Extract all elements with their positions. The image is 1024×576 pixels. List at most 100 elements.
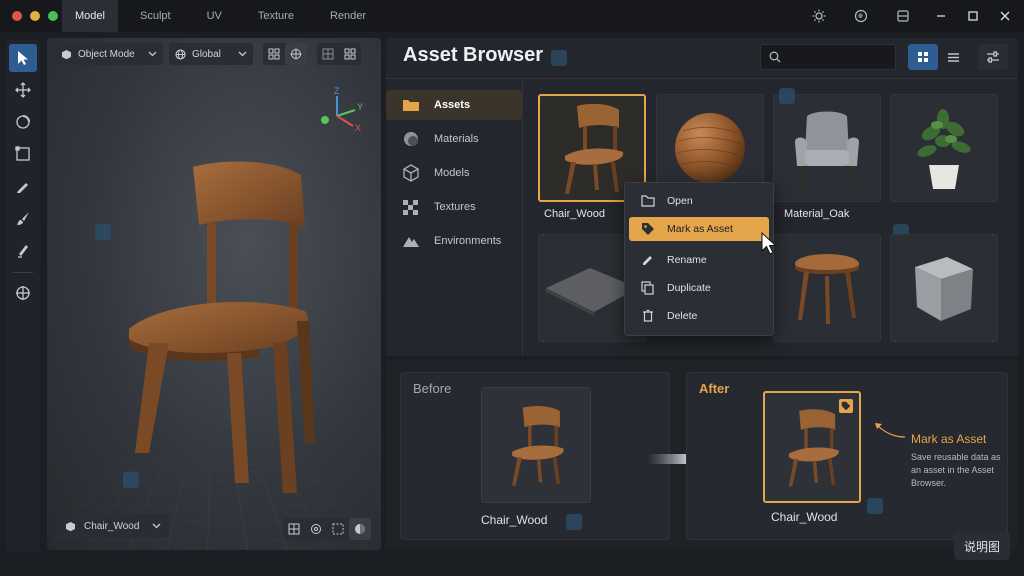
menu-item-duplicate[interactable]: Duplicate (629, 276, 769, 300)
asset-tile-stool[interactable] (773, 234, 881, 342)
sidebar-divider (522, 79, 523, 356)
minimize-window-dot[interactable] (30, 11, 40, 21)
orientation-dropdown[interactable]: Global (169, 43, 253, 65)
mouse-cursor-icon (761, 232, 777, 255)
globe-icon[interactable] (852, 7, 870, 25)
watermark-icon (779, 88, 795, 104)
solid-shading-icon[interactable] (349, 518, 371, 540)
watermark-icon (566, 514, 582, 530)
quad-view-icon[interactable] (339, 43, 361, 65)
chevron-down-icon (152, 521, 161, 532)
legend-button[interactable]: 说明图 (954, 532, 1010, 560)
tab-render[interactable]: Render (312, 0, 384, 32)
tool-shelf (6, 40, 40, 552)
context-menu: Open Mark as Asset Rename Duplicate Dele… (624, 182, 774, 336)
draw-tool-icon[interactable] (9, 172, 37, 200)
tool-divider (13, 272, 33, 273)
search-input[interactable] (760, 44, 896, 70)
snap-grid-icon[interactable] (263, 43, 285, 65)
orientation-label: Global (192, 48, 221, 60)
grid-view-icon[interactable] (908, 44, 938, 70)
category-textures[interactable]: Textures (386, 192, 522, 222)
chair-model[interactable] (109, 153, 329, 503)
panel-icon[interactable] (894, 7, 912, 25)
chevron-down-icon (238, 49, 247, 60)
tag-icon (642, 223, 654, 235)
search-icon (769, 51, 781, 63)
stool-icon (795, 254, 859, 324)
category-label: Models (434, 167, 470, 179)
category-materials[interactable]: Materials (386, 124, 522, 154)
category-label: Assets (434, 99, 471, 111)
menu-item-rename[interactable]: Rename (629, 248, 769, 272)
chair-icon (512, 405, 564, 486)
object-name-label: Chair_Wood (84, 520, 140, 532)
asset-tile-armchair[interactable] (773, 94, 881, 202)
tab-model[interactable]: Model (62, 0, 118, 32)
note-description: Save reusable data as an asset in the As… (911, 452, 1001, 488)
zoom-window-dot[interactable] (48, 11, 58, 21)
scale-tool-icon[interactable] (9, 140, 37, 168)
plant-icon (917, 109, 971, 189)
menu-item-mark-as-asset[interactable]: Mark as Asset (629, 217, 769, 241)
brush-tool-icon[interactable] (9, 204, 37, 232)
filter-settings-icon[interactable] (978, 44, 1008, 70)
move-tool-icon[interactable] (9, 76, 37, 104)
pen-tool-icon[interactable] (9, 236, 37, 264)
menu-label: Open (667, 195, 693, 207)
category-environments[interactable]: Environments (386, 226, 522, 256)
asset-tile-plant[interactable] (890, 94, 998, 202)
folder-icon (403, 100, 419, 111)
layout-icon[interactable] (317, 43, 339, 65)
chevron-down-icon (148, 49, 157, 60)
list-view-icon[interactable] (938, 44, 968, 70)
3d-viewport[interactable]: Object Mode Global Z Y X Chair_Wood (47, 38, 381, 550)
asset-label: Chair_Wood (544, 208, 605, 220)
tab-sculpt[interactable]: Sculpt (122, 0, 189, 32)
category-assets[interactable]: Assets (386, 90, 522, 120)
panel-title: Asset Browser (403, 44, 544, 66)
menu-label: Rename (667, 254, 707, 266)
tab-texture[interactable]: Texture (240, 0, 312, 32)
cube-icon (62, 49, 71, 59)
chair-icon (788, 409, 839, 487)
category-label: Materials (434, 133, 479, 145)
globe-icon (175, 48, 186, 60)
duplicate-icon (641, 281, 654, 295)
asset-tile-stone-cube[interactable] (890, 234, 998, 342)
viewport-shading-group (283, 518, 371, 540)
close-window-dot[interactable] (12, 11, 22, 21)
maximize-icon[interactable] (964, 7, 982, 25)
object-mode-label: Object Mode (78, 48, 135, 60)
minimize-icon[interactable] (932, 7, 950, 25)
target-icon[interactable] (305, 518, 327, 540)
tab-uv[interactable]: UV (189, 0, 240, 32)
menu-label: Duplicate (667, 282, 711, 294)
pivot-icon[interactable] (285, 43, 307, 65)
wireframe-icon[interactable] (283, 518, 305, 540)
armchair-icon (795, 111, 859, 185)
rotate-tool-icon[interactable] (9, 108, 37, 136)
watermark-icon (551, 50, 567, 66)
asset-tag-badge (839, 399, 853, 413)
note-title: Mark as Asset (911, 432, 987, 446)
pencil-icon (643, 256, 652, 265)
cube-icon (66, 521, 75, 531)
axis-z-label: Z (334, 86, 340, 96)
frame-select-icon[interactable] (327, 518, 349, 540)
transform-tool-icon[interactable] (9, 279, 37, 307)
sun-icon[interactable] (810, 7, 828, 25)
menu-item-delete[interactable]: Delete (629, 304, 769, 328)
stone-cube-icon (915, 257, 973, 321)
category-models[interactable]: Models (386, 158, 522, 188)
object-selector[interactable]: Chair_Wood (57, 514, 169, 538)
watermark-icon (867, 498, 883, 514)
select-tool-icon[interactable] (9, 44, 37, 72)
category-label: Environments (434, 235, 502, 247)
axis-gizmo[interactable]: Z Y X (317, 86, 367, 136)
menu-item-open[interactable]: Open (629, 189, 769, 213)
close-icon[interactable] (996, 7, 1014, 25)
pointer-arrow-icon (875, 423, 906, 438)
comparison-panel: Before Chair_Wood After Chair_Wood Mark … (386, 360, 1018, 548)
object-mode-dropdown[interactable]: Object Mode (55, 43, 163, 65)
